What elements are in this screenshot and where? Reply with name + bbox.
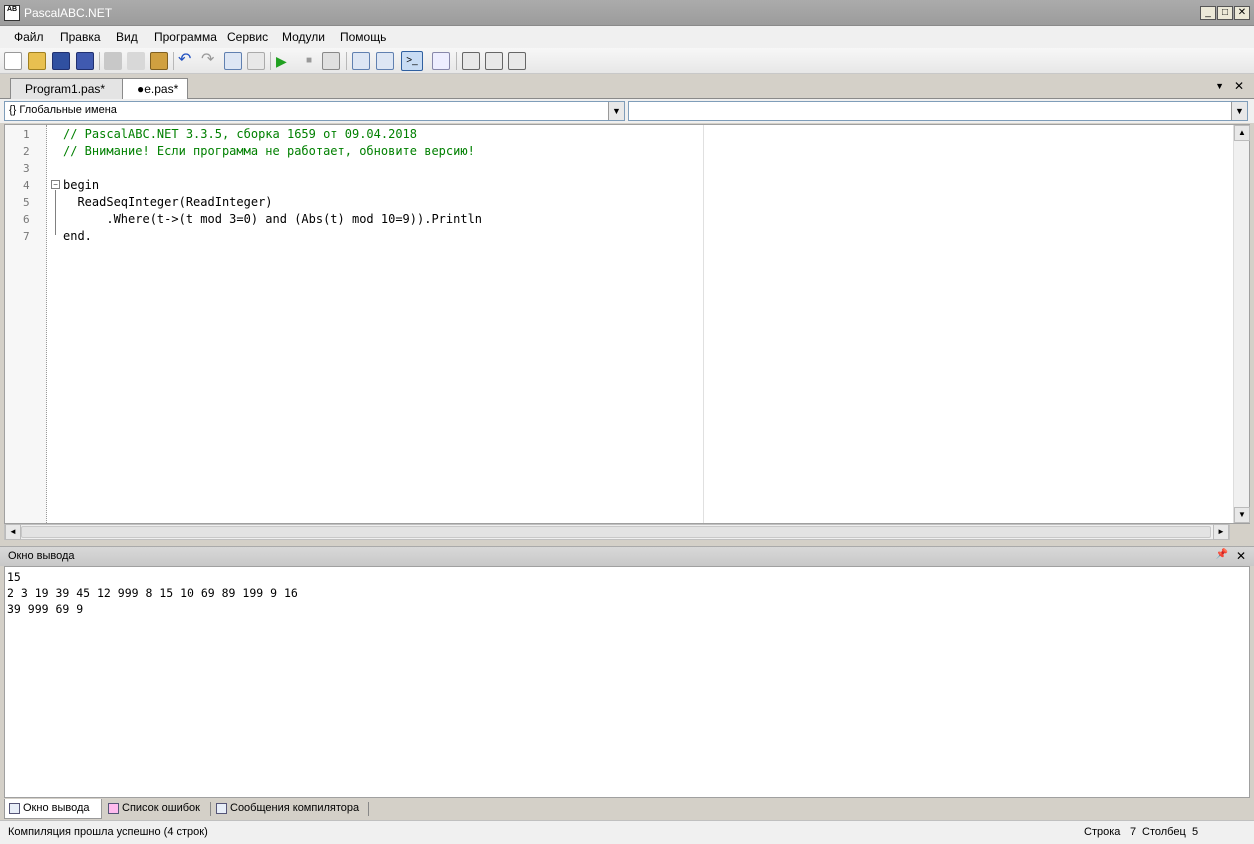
scroll-up-icon[interactable]: ▲ (1234, 125, 1250, 141)
line-number: 7 (23, 230, 30, 243)
scope-combo[interactable]: {} Глобальные имена ▼ (4, 101, 625, 121)
tab-error-list[interactable]: Список ошибок (104, 799, 204, 819)
pin-icon[interactable]: 📌 (1216, 549, 1228, 560)
tab-error-list-label: Список ошибок (122, 802, 200, 814)
fold-line (55, 190, 56, 235)
trace-icon[interactable] (485, 52, 503, 70)
error-list-icon (108, 803, 119, 814)
code-line-5: ReadSeqInteger(ReadInteger) (63, 195, 273, 209)
new-file-icon[interactable] (4, 52, 22, 70)
output-window[interactable]: 15 2 3 19 39 45 12 999 8 15 10 69 89 199… (4, 566, 1250, 798)
run-icon[interactable]: ▶ (276, 52, 294, 70)
output-panel-header: Окно вывода 📌 ✕ (0, 546, 1254, 566)
line-number: 6 (23, 213, 30, 226)
document-tabs: Program1.pas* ●e.pas* ▼ ✕ (0, 75, 1254, 100)
menu-modules[interactable]: Модули (282, 30, 325, 44)
member-combo[interactable]: ▼ (628, 101, 1248, 121)
window-icon (9, 803, 20, 814)
window-title: PascalABC.NET (24, 6, 113, 20)
menu-edit[interactable]: Правка (60, 30, 101, 44)
row-value: 7 (1130, 826, 1137, 838)
chevron-down-icon[interactable]: ▼ (1231, 102, 1247, 120)
title-bar: AB PascalABC.NET _ □ ✕ (0, 0, 1254, 26)
tab-e-pas[interactable]: ●e.pas* (122, 78, 188, 100)
debug-icon[interactable] (322, 52, 340, 70)
console-icon[interactable]: >_ (401, 51, 423, 71)
panel-close-icon[interactable]: ✕ (1236, 549, 1246, 563)
tab-list-dropdown-icon[interactable]: ▼ (1215, 81, 1224, 91)
minimize-button[interactable]: _ (1200, 6, 1216, 20)
scroll-down-icon[interactable]: ▼ (1234, 507, 1250, 523)
right-margin-line (703, 125, 704, 523)
tab-program1[interactable]: Program1.pas* (10, 78, 124, 99)
editor-horizontal-scrollbar[interactable]: ◄ ► (4, 524, 1230, 540)
output-line: 39 999 69 9 (7, 602, 84, 616)
output-line: 15 (7, 570, 21, 584)
scope-combo-value: Глобальные имена (19, 104, 117, 116)
column-label: Столбец (1142, 826, 1186, 838)
fold-toggle-icon[interactable]: − (51, 180, 60, 189)
save-all-icon[interactable] (76, 52, 94, 70)
open-folder-icon[interactable] (28, 52, 46, 70)
save-icon[interactable] (52, 52, 70, 70)
line-number: 2 (23, 145, 30, 158)
comment-icon[interactable] (224, 52, 242, 70)
navigation-bar: {} Глобальные имена ▼ ▼ (0, 99, 1254, 123)
menu-help[interactable]: Помощь (340, 30, 386, 44)
output-line: 2 3 19 39 45 12 999 8 15 10 69 89 199 9 … (7, 586, 298, 600)
tab-compiler-messages-label: Сообщения компилятора (230, 802, 360, 814)
code-editor[interactable]: 1 2 3 4 5 6 7 − // PascalABC.NET 3.3.5, … (4, 124, 1250, 524)
app-icon: AB (4, 5, 20, 21)
code-line-2: // Внимание! Если программа не работает,… (63, 144, 475, 158)
column-value: 5 (1192, 826, 1199, 838)
code-line-7: end. (63, 229, 92, 243)
status-message: Компиляция прошла успешно (4 строк) (8, 826, 208, 838)
tab-output-window[interactable]: Окно вывода (4, 799, 102, 819)
cut-icon[interactable] (104, 52, 122, 70)
redo-icon[interactable]: ↷ (201, 52, 219, 70)
chevron-down-icon[interactable]: ▼ (608, 102, 624, 120)
format-icon[interactable] (432, 52, 450, 70)
scroll-right-icon[interactable]: ► (1213, 524, 1229, 540)
output-panel-title: Окно вывода (8, 550, 75, 562)
close-button[interactable]: ✕ (1234, 6, 1250, 20)
code-line-6: .Where(t->(t mod 3=0) and (Abs(t) mod 10… (63, 212, 483, 226)
step-into-icon[interactable] (352, 52, 370, 70)
braces-icon: {} (9, 104, 17, 116)
bottom-panel-tabs: Окно вывода Список ошибок Сообщения комп… (0, 798, 1254, 820)
stop-icon[interactable]: ■ (300, 52, 318, 70)
status-bar: Компиляция прошла успешно (4 строк) Стро… (0, 820, 1254, 844)
line-number: 4 (23, 179, 30, 192)
menu-service[interactable]: Сервис (227, 30, 268, 44)
horizontal-scroll-thumb[interactable] (21, 526, 1211, 538)
menu-file[interactable]: Файл (14, 30, 44, 44)
code-line-1: // PascalABC.NET 3.3.5, сборка 1659 от 0… (63, 127, 418, 141)
line-number: 5 (23, 196, 30, 209)
messages-icon (216, 803, 227, 814)
tab-compiler-messages[interactable]: Сообщения компилятора (212, 799, 363, 819)
toolbar: ↶ ↷ ▶ ■ >_ (0, 48, 1254, 74)
code-line-4: begin (63, 178, 100, 192)
line-number-gutter: 1 2 3 4 5 6 7 (5, 125, 47, 523)
form-designer-icon[interactable] (462, 52, 480, 70)
tab-output-window-label: Окно вывода (23, 802, 90, 814)
paste-icon[interactable] (150, 52, 168, 70)
menu-program[interactable]: Программа (154, 30, 217, 44)
editor-vertical-scrollbar[interactable]: ▲ ▼ (1233, 125, 1250, 523)
step-over-icon[interactable] (376, 52, 394, 70)
reset-icon[interactable] (508, 52, 526, 70)
line-number: 3 (23, 162, 30, 175)
line-number: 1 (23, 128, 30, 141)
maximize-button[interactable]: □ (1217, 6, 1233, 20)
uncomment-icon[interactable] (247, 52, 265, 70)
menu-bar: Файл Правка Вид Программа Сервис Модули … (0, 26, 1254, 48)
row-label: Строка (1084, 826, 1121, 838)
copy-icon[interactable] (127, 52, 145, 70)
menu-view[interactable]: Вид (116, 30, 138, 44)
undo-icon[interactable]: ↶ (178, 52, 196, 70)
scroll-left-icon[interactable]: ◄ (5, 524, 21, 540)
tab-close-icon[interactable]: ✕ (1234, 79, 1244, 93)
window-controls: _ □ ✕ (1200, 6, 1250, 20)
